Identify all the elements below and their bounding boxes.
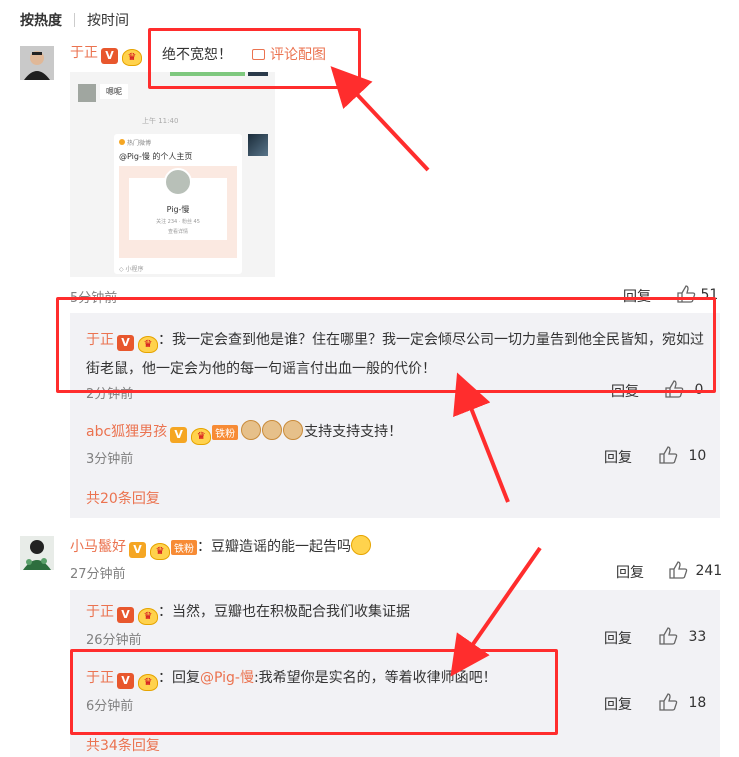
arrow-icon: [330, 66, 430, 172]
arrow-icon: [453, 372, 510, 503]
annotation-arrows: [330, 66, 542, 677]
arrow-icon: [450, 546, 542, 677]
